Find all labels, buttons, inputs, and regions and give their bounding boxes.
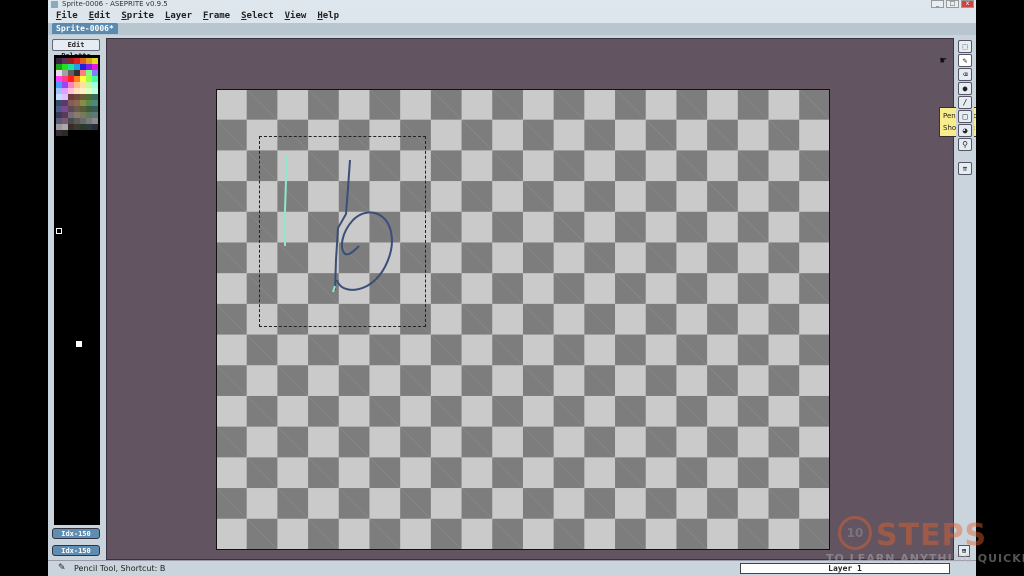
watermark-tagline: TO LEARN ANYTHING QUICKLY <box>826 552 1024 565</box>
line-tool-button[interactable]: / <box>958 96 972 109</box>
tool-bar: ⬚ ✎ ⌫ ● / □ ◕ ⚲ ⇈ <box>956 38 974 560</box>
palette-swatches[interactable] <box>56 58 98 136</box>
menu-file[interactable]: File <box>56 9 78 23</box>
menu-help[interactable]: Help <box>317 9 339 23</box>
move-tool-button[interactable]: ⇈ <box>958 162 972 175</box>
menu-sprite[interactable]: Sprite <box>121 9 154 23</box>
bucket-tool-button[interactable]: ● <box>958 82 972 95</box>
pencil-status-icon: ✎ <box>58 563 66 573</box>
steps-watermark: 10 STEPS TO LEARN ANYTHING QUICKLY <box>826 512 1024 572</box>
rectangle-tool-button[interactable]: □ <box>958 110 972 123</box>
background-color-index[interactable]: Idx-150 <box>52 545 100 556</box>
marquee-tool-button[interactable]: ⬚ <box>958 40 972 53</box>
cyan-stroke <box>284 155 288 246</box>
palette-white-swatch[interactable] <box>76 341 82 347</box>
foreground-color-index[interactable]: Idx-150 <box>52 528 100 539</box>
letter-b-stroke <box>334 159 393 291</box>
maximize-button[interactable]: □ <box>946 0 959 8</box>
edit-palette-button[interactable]: Edit Palette <box>52 39 100 60</box>
window-title: Sprite-0006 - ASEPRITE v0.9.5 <box>62 0 168 8</box>
tab-sprite[interactable]: Sprite-0006* <box>52 23 118 34</box>
eyedropper-tool-button[interactable]: ⚲ <box>958 138 972 151</box>
menu-layer[interactable]: Layer <box>165 9 192 23</box>
ellipse-tool-button[interactable]: ◕ <box>958 124 972 137</box>
eraser-tool-button[interactable]: ⌫ <box>958 68 972 81</box>
palette-swatch[interactable] <box>62 130 68 136</box>
menu-select[interactable]: Select <box>241 9 274 23</box>
palette-panel: Edit Palette Idx-150 Idx-150 <box>48 35 104 560</box>
menu-bar: File Edit Sprite Layer Frame Select View… <box>48 9 976 23</box>
close-button[interactable]: x <box>961 0 974 8</box>
palette-swatch[interactable] <box>92 124 98 130</box>
menu-edit[interactable]: Edit <box>89 9 111 23</box>
hand-cursor-icon: ☛ <box>940 54 947 67</box>
small-mark <box>332 285 336 293</box>
drawn-strokes <box>284 155 393 293</box>
minimize-button[interactable]: _ <box>931 0 944 8</box>
color-palette[interactable] <box>54 55 100 525</box>
app-icon <box>51 1 58 8</box>
palette-selection-marker <box>56 228 62 234</box>
status-message: Pencil Tool, Shortcut: B <box>74 564 166 573</box>
sprite-canvas[interactable] <box>216 89 830 550</box>
title-bar: Sprite-0006 - ASEPRITE v0.9.5 _ □ x <box>48 0 976 9</box>
menu-frame[interactable]: Frame <box>203 9 230 23</box>
watermark-brand: STEPS <box>876 518 988 553</box>
app-window: Sprite-0006 - ASEPRITE v0.9.5 _ □ x File… <box>48 0 976 576</box>
watermark-number: 10 <box>838 516 872 550</box>
tab-bar: Sprite-0006* <box>48 23 976 35</box>
pencil-tool-button[interactable]: ✎ <box>958 54 972 67</box>
sprite-editor[interactable]: Pencil Tool Shortcut: B <box>106 38 976 560</box>
menu-view[interactable]: View <box>285 9 307 23</box>
